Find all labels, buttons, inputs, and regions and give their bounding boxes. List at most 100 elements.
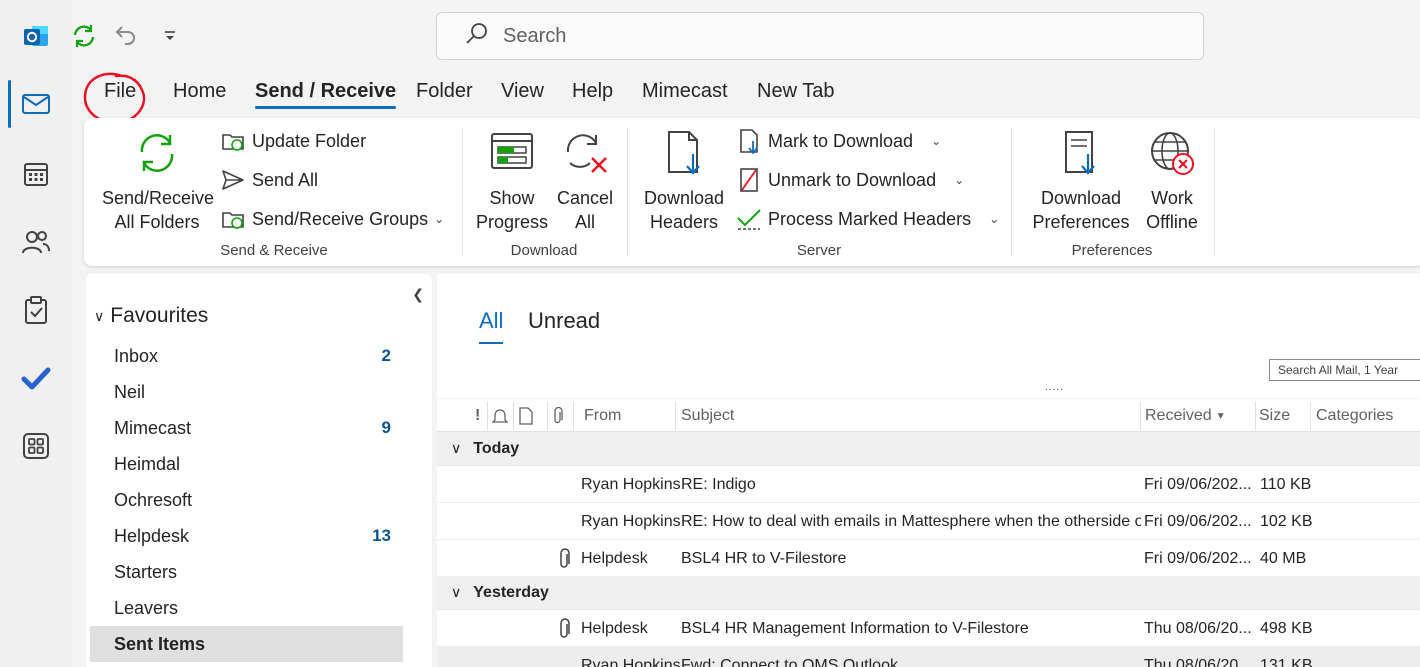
favourites-header[interactable]: ∨ Favourites: [94, 304, 208, 328]
outlook-logo-icon: [18, 18, 54, 54]
ribbon: Send/Receive All Folders Update Folder S…: [84, 118, 1420, 266]
unmark-to-download-button[interactable]: Unmark to Download ⌄: [736, 167, 964, 193]
folder-starters[interactable]: Starters: [90, 554, 403, 590]
unmark-to-download-label: Unmark to Download: [768, 169, 937, 190]
row-from: Ryan Hopkins: [581, 656, 681, 667]
tab-new-tab[interactable]: New Tab: [757, 80, 834, 103]
column-divider: [1140, 402, 1141, 430]
send-receive-groups-button[interactable]: Send/Receive Groups ⌄: [220, 206, 444, 232]
row-size: 498 KB: [1260, 619, 1313, 637]
column-divider: [487, 402, 488, 430]
from-column[interactable]: From: [584, 399, 621, 433]
tab-view[interactable]: View: [501, 80, 544, 103]
group-header-yesterday[interactable]: ∨ Yesterday: [437, 576, 1420, 610]
cancel-all-button[interactable]: Cancel All: [554, 130, 616, 234]
search-input[interactable]: [503, 24, 1103, 48]
row-from: Ryan Hopkins: [581, 512, 681, 530]
favourites-label: Favourites: [110, 304, 209, 327]
show-progress-label: Show Progress: [476, 188, 549, 232]
groups-folder-icon: [220, 206, 246, 232]
show-progress-button[interactable]: Show Progress: [476, 130, 548, 234]
folder-leavers[interactable]: Leavers: [90, 590, 403, 626]
collapse-pane-icon[interactable]: ❮: [412, 286, 424, 303]
row-size: 131 KB: [1260, 656, 1313, 667]
process-check-icon: [736, 206, 762, 232]
importance-column[interactable]: !: [475, 399, 480, 433]
folder-neil[interactable]: Neil: [90, 374, 403, 410]
group-header-today[interactable]: ∨ Today: [437, 432, 1420, 466]
customize-toolbar-icon[interactable]: [156, 18, 184, 54]
row-received: Fri 09/06/202...: [1144, 475, 1252, 493]
folder-name: Sent Items: [114, 633, 206, 654]
size-column[interactable]: Size: [1259, 399, 1290, 433]
update-folder-button[interactable]: Update Folder: [220, 128, 366, 154]
row-from: Helpdesk: [581, 619, 648, 637]
tab-help[interactable]: Help: [572, 80, 613, 103]
folder-sent-items[interactable]: Sent Items: [90, 626, 403, 662]
search-box[interactable]: [436, 12, 1204, 60]
download-preferences-button[interactable]: Download Preferences: [1022, 130, 1140, 234]
table-row[interactable]: Helpdesk BSL4 HR Management Information …: [437, 610, 1420, 647]
table-row[interactable]: Ryan Hopkins Fwd: Connect to OMS Outlook…: [437, 647, 1420, 667]
more-apps-icon[interactable]: [18, 428, 54, 464]
send-receive-all-label: Send/Receive All Folders: [102, 188, 215, 232]
row-received: Thu 08/06/20...: [1144, 619, 1252, 637]
download-preferences-label: Download Preferences: [1032, 188, 1130, 232]
table-row[interactable]: Ryan Hopkins RE: Indigo Fri 09/06/202...…: [437, 466, 1420, 503]
folder-heimdal[interactable]: Heimdal: [90, 446, 403, 482]
table-row[interactable]: Ryan Hopkins RE: How to deal with emails…: [437, 503, 1420, 540]
row-subject: RE: Indigo: [681, 475, 756, 493]
undo-icon[interactable]: [108, 18, 144, 54]
work-offline-button[interactable]: Work Offline: [1142, 130, 1202, 234]
column-header-row: ! From Subject Received ▼ Size Categories: [437, 398, 1420, 432]
calendar-icon[interactable]: [18, 156, 54, 192]
mail-icon[interactable]: [18, 86, 54, 122]
document-icon[interactable]: [519, 399, 533, 433]
people-icon[interactable]: [18, 224, 54, 260]
todo-icon[interactable]: [18, 360, 54, 396]
chevron-down-icon: ∨: [94, 307, 105, 324]
row-subject: Fwd: Connect to OMS Outlook: [681, 656, 898, 667]
tab-file[interactable]: File: [104, 80, 136, 103]
mark-to-download-button[interactable]: Mark to Download ⌄: [736, 128, 941, 154]
tab-home[interactable]: Home: [173, 80, 226, 103]
column-divider: [513, 402, 514, 430]
folder-mimecast[interactable]: Mimecast 9: [90, 410, 403, 446]
folder-inbox[interactable]: Inbox 2: [90, 338, 403, 374]
table-row[interactable]: Helpdesk BSL4 HR to V-Filestore Fri 09/0…: [437, 540, 1420, 577]
app-bar: [0, 0, 72, 667]
download-headers-label: Download Headers: [643, 188, 725, 232]
filter-all-tab[interactable]: All: [479, 308, 504, 344]
tasks-icon[interactable]: [18, 292, 54, 328]
chevron-down-icon: ⌄: [954, 173, 965, 187]
categories-column[interactable]: Categories: [1316, 399, 1393, 433]
resize-handle[interactable]: .....: [1045, 382, 1064, 393]
send-receive-all-button[interactable]: Send/Receive All Folders: [102, 130, 215, 234]
paperclip-icon: [557, 540, 573, 577]
received-column-label: Received: [1145, 407, 1212, 424]
folder-ochresoft[interactable]: Ochresoft: [90, 482, 403, 518]
ribbon-separator: [627, 128, 628, 256]
row-subject: BSL4 HR Management Information to V-File…: [681, 619, 1029, 637]
send-all-button[interactable]: Send All: [220, 167, 318, 193]
folder-helpdesk[interactable]: Helpdesk 13: [90, 518, 403, 554]
received-column[interactable]: Received ▼: [1145, 399, 1226, 433]
download-headers-icon: [640, 130, 728, 182]
search-scope-dropdown[interactable]: Search All Mail, 1 Year: [1269, 359, 1420, 381]
attachment-column-icon[interactable]: [551, 399, 565, 433]
tab-mimecast[interactable]: Mimecast: [642, 80, 728, 103]
tab-folder[interactable]: Folder: [416, 80, 473, 103]
download-headers-button[interactable]: Download Headers: [640, 130, 728, 234]
process-marked-headers-button[interactable]: Process Marked Headers ⌄: [736, 206, 999, 232]
group-download-label: Download: [510, 242, 578, 259]
group-label: Yesterday: [473, 583, 549, 601]
unread-count: 13: [372, 526, 391, 545]
reminder-bell-icon[interactable]: [491, 399, 509, 433]
row-received: Fri 09/06/202...: [1144, 512, 1252, 530]
filter-unread-tab[interactable]: Unread: [528, 308, 600, 334]
subject-column[interactable]: Subject: [681, 399, 734, 433]
ribbon-separator: [1011, 128, 1012, 256]
tab-send-receive[interactable]: Send / Receive: [255, 80, 397, 109]
sync-icon[interactable]: [66, 18, 102, 54]
cancel-all-label: Cancel All: [556, 188, 614, 232]
